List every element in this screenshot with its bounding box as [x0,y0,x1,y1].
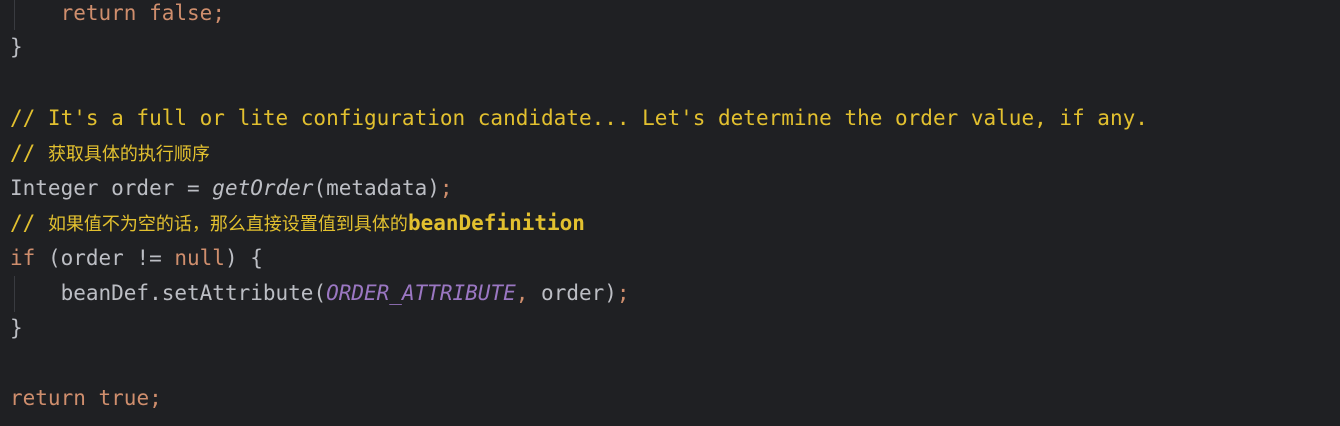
code-line[interactable]: if (order != null) { [10,241,263,276]
comment-text-tail: beanDefinition [407,211,585,235]
condition-open: (order != [35,246,175,270]
semicolon: ; [439,176,453,200]
constant-order-attribute: ORDER_ATTRIBUTE [326,281,516,305]
semicolon: ; [616,281,630,305]
comment-line[interactable]: // 如果值不为空的话，那么直接设置值到具体的beanDefinition [10,206,585,241]
code-line[interactable]: } [10,30,23,65]
code-editor[interactable]: return false; } // It's a full or lite c… [0,0,1340,426]
keyword-return: return [10,386,86,410]
keyword-return: return [60,1,137,25]
method-call-setattribute: beanDef.setAttribute( [60,281,327,305]
comment-prefix: // [10,141,48,165]
declaration: Integer order = [10,176,213,200]
comment-line[interactable]: // 获取具体的执行顺序 [10,136,210,171]
keyword-if: if [10,246,36,270]
keyword-false: false [149,1,213,25]
semicolon: ; [149,386,162,410]
code-line[interactable]: beanDef.setAttribute(ORDER_ATTRIBUTE, or… [10,276,630,311]
closing-brace: } [10,35,23,59]
closing-brace: } [10,316,23,340]
method-call-getorder: getOrder [212,176,314,200]
code-line[interactable]: return false; [10,0,225,31]
comment-line[interactable]: // It's a full or lite configuration can… [10,101,1148,136]
comment-text-cjk: 获取具体的执行顺序 [47,144,210,165]
comma: , [515,281,529,305]
comment-text-cjk: 如果值不为空的话，那么直接设置值到具体的 [47,214,408,235]
comment-prefix: // [10,211,48,235]
semicolon: ; [212,1,225,25]
call-arguments: (metadata) [313,176,440,200]
comment-text: // It's a full or lite configuration can… [10,106,1148,130]
keyword-null: null [174,246,225,270]
code-line[interactable]: Integer order = getOrder(metadata); [10,171,453,206]
code-line[interactable]: } [10,311,23,346]
code-line[interactable]: return true; [10,381,162,416]
call-rest: order) [528,281,617,305]
keyword-true: true [98,386,150,410]
condition-close: ) { [224,246,263,270]
